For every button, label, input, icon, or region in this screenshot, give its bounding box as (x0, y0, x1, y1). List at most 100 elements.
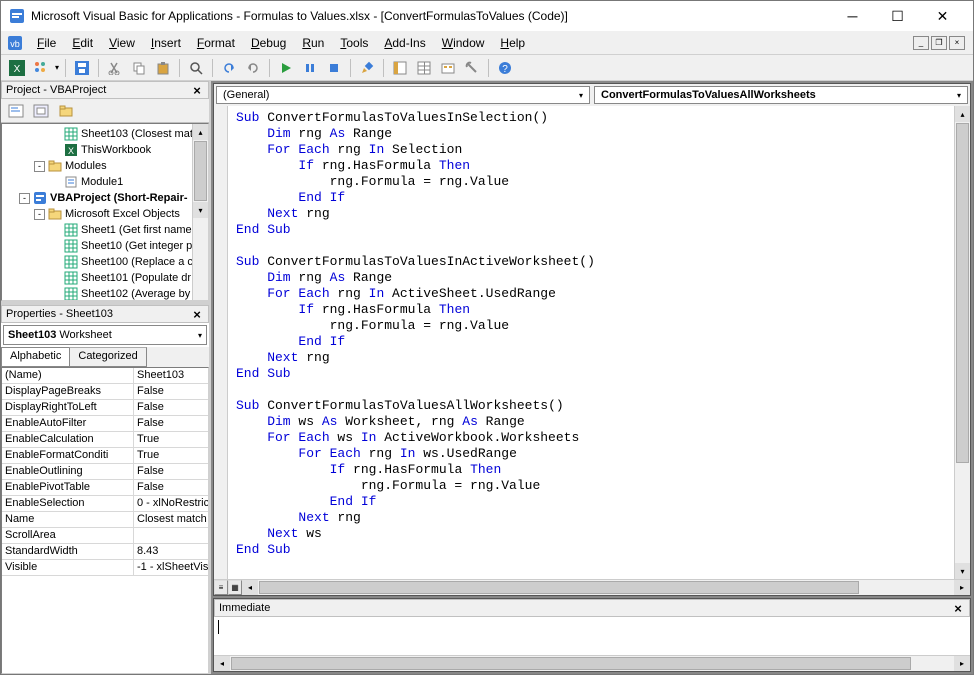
menu-run[interactable]: Run (294, 33, 332, 53)
cut-icon[interactable] (105, 58, 125, 78)
undo-icon[interactable] (219, 58, 239, 78)
scroll-right-icon[interactable]: ▸ (954, 580, 970, 595)
titlebar[interactable]: Microsoft Visual Basic for Applications … (1, 1, 973, 31)
property-value[interactable]: Sheet103 (134, 368, 208, 383)
minimize-button[interactable]: ─ (830, 2, 875, 31)
property-value[interactable]: Closest match (134, 512, 208, 527)
copy-icon[interactable] (129, 58, 149, 78)
redo-icon[interactable] (243, 58, 263, 78)
project-panel-close-icon[interactable]: × (190, 83, 204, 98)
menu-debug[interactable]: Debug (243, 33, 294, 53)
close-button[interactable]: ✕ (920, 2, 965, 31)
scroll-thumb[interactable] (956, 123, 969, 463)
properties-icon[interactable] (414, 58, 434, 78)
properties-panel-close-icon[interactable]: × (190, 307, 204, 322)
mdi-close-button[interactable]: × (949, 36, 965, 50)
project-panel-title[interactable]: Project - VBAProject × (1, 81, 209, 99)
immediate-input[interactable] (214, 617, 970, 655)
tree-node[interactable]: XThisWorkbook (4, 142, 206, 158)
menu-tools[interactable]: Tools (332, 33, 376, 53)
find-icon[interactable] (186, 58, 206, 78)
project-tree[interactable]: Sheet103 (Closest matXThisWorkbook-Modul… (1, 123, 209, 301)
property-value[interactable]: True (134, 448, 208, 463)
full-module-view-icon[interactable]: ▦ (228, 580, 242, 595)
menu-format[interactable]: Format (189, 33, 243, 53)
scroll-up-icon[interactable]: ▴ (955, 106, 970, 122)
property-row[interactable]: DisplayPageBreaksFalse (2, 384, 208, 400)
view-object-icon[interactable] (30, 101, 52, 121)
run-icon[interactable] (276, 58, 296, 78)
property-value[interactable]: -1 - xlSheetVisible (134, 560, 208, 575)
scroll-right-icon[interactable]: ▸ (954, 656, 970, 671)
properties-grid[interactable]: (Name)Sheet103DisplayPageBreaksFalseDisp… (1, 367, 209, 674)
toolbox-icon[interactable] (462, 58, 482, 78)
menu-view[interactable]: View (101, 33, 143, 53)
property-value[interactable]: False (134, 384, 208, 399)
property-value[interactable]: False (134, 416, 208, 431)
property-row[interactable]: EnableCalculationTrue (2, 432, 208, 448)
immediate-title[interactable]: Immediate × (214, 599, 970, 617)
break-icon[interactable] (300, 58, 320, 78)
property-row[interactable]: Visible-1 - xlSheetVisible (2, 560, 208, 576)
property-row[interactable]: EnableSelection0 - xlNoRestrictions (2, 496, 208, 512)
menu-file[interactable]: File (29, 33, 64, 53)
tree-node[interactable]: Sheet100 (Replace a c (4, 254, 206, 270)
procedure-view-icon[interactable]: ≡ (214, 580, 228, 595)
property-value[interactable]: False (134, 400, 208, 415)
menu-edit[interactable]: Edit (64, 33, 101, 53)
tree-node[interactable]: Module1 (4, 174, 206, 190)
scroll-thumb[interactable] (194, 141, 207, 201)
immediate-hscrollbar[interactable]: ◂ ▸ (214, 655, 970, 671)
paste-icon[interactable] (153, 58, 173, 78)
scroll-up-icon[interactable]: ▴ (193, 124, 208, 140)
tree-node[interactable]: -VBAProject (Short-Repair- (4, 190, 206, 206)
object-browser-icon[interactable] (438, 58, 458, 78)
property-row[interactable]: EnableFormatConditiTrue (2, 448, 208, 464)
menu-window[interactable]: Window (434, 33, 493, 53)
scroll-down-icon[interactable]: ▾ (193, 202, 208, 218)
immediate-close-icon[interactable]: × (951, 601, 965, 616)
tab-alphabetic[interactable]: Alphabetic (1, 347, 70, 367)
property-value[interactable]: False (134, 464, 208, 479)
property-value[interactable] (134, 528, 208, 543)
property-row[interactable]: (Name)Sheet103 (2, 368, 208, 384)
tree-node[interactable]: Sheet1 (Get first name (4, 222, 206, 238)
code-vscrollbar[interactable]: ▴ ▾ (954, 106, 970, 579)
property-row[interactable]: EnableOutliningFalse (2, 464, 208, 480)
expand-icon[interactable]: - (34, 209, 45, 220)
project-explorer-icon[interactable] (390, 58, 410, 78)
menu-insert[interactable]: Insert (143, 33, 189, 53)
excel-icon[interactable]: X (7, 58, 27, 78)
property-row[interactable]: EnablePivotTableFalse (2, 480, 208, 496)
tab-categorized[interactable]: Categorized (69, 347, 146, 367)
scroll-thumb[interactable] (259, 581, 859, 594)
code-hscrollbar[interactable]: ≡ ▦ ◂ ▸ (214, 579, 970, 595)
expand-icon[interactable]: - (34, 161, 45, 172)
help-icon[interactable]: ? (495, 58, 515, 78)
property-value[interactable]: 8.43 (134, 544, 208, 559)
tree-node[interactable]: -Modules (4, 158, 206, 174)
save-icon[interactable] (72, 58, 92, 78)
tree-node[interactable]: Sheet103 (Closest mat (4, 126, 206, 142)
design-mode-icon[interactable] (357, 58, 377, 78)
tree-node[interactable]: Sheet10 (Get integer p (4, 238, 206, 254)
scroll-down-icon[interactable]: ▾ (955, 563, 970, 579)
code-editor[interactable]: Sub ConvertFormulasToValuesInSelection()… (228, 106, 970, 579)
scroll-thumb[interactable] (231, 657, 911, 670)
maximize-button[interactable]: ☐ (875, 2, 920, 31)
tree-node[interactable]: Sheet101 (Populate dr (4, 270, 206, 286)
mdi-restore-button[interactable]: ❐ (931, 36, 947, 50)
expand-icon[interactable]: - (19, 193, 30, 204)
properties-object-combo[interactable]: Sheet103 Worksheet ▾ (3, 325, 207, 345)
toggle-folders-icon[interactable] (55, 101, 77, 121)
scroll-left-icon[interactable]: ◂ (242, 580, 258, 595)
property-value[interactable]: 0 - xlNoRestrictions (134, 496, 208, 511)
mdi-minimize-button[interactable]: _ (913, 36, 929, 50)
menu-help[interactable]: Help (492, 33, 533, 53)
menu-add-ins[interactable]: Add-Ins (376, 33, 433, 53)
property-row[interactable]: ScrollArea (2, 528, 208, 544)
procedure-combo[interactable]: ConvertFormulasToValuesAllWorksheets ▾ (594, 86, 968, 104)
tree-node[interactable]: -Microsoft Excel Objects (4, 206, 206, 222)
insert-dropdown[interactable] (31, 58, 51, 78)
property-value[interactable]: True (134, 432, 208, 447)
